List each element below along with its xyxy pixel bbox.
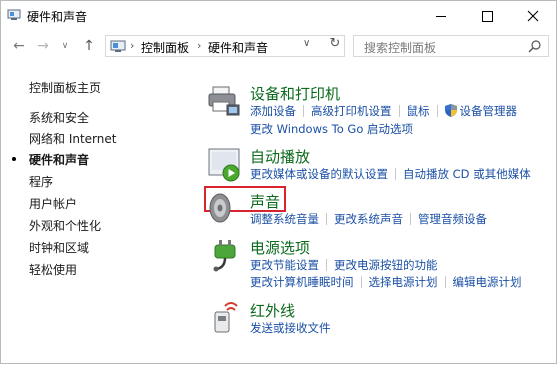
- link-change-system-sounds[interactable]: 更改系统声音: [334, 212, 403, 226]
- back-arrow-icon[interactable]: ←: [11, 38, 27, 54]
- link-adjust-volume[interactable]: 调整系统音量: [250, 212, 319, 226]
- control-panel-icon: [7, 9, 21, 20]
- link-mouse[interactable]: 鼠标: [407, 104, 430, 118]
- sidebar-item-hardware-sound[interactable]: 硬件和声音: [29, 151, 89, 168]
- breadcrumb-hardware-sound[interactable]: 硬件和声音: [208, 39, 268, 56]
- sidebar-item-user-accounts[interactable]: 用户帐户: [29, 195, 77, 212]
- breadcrumb-separator-icon: ›: [130, 39, 135, 52]
- category-title[interactable]: 声音: [250, 191, 280, 212]
- category-links: 更改 Windows To Go 启动选项: [250, 121, 413, 137]
- printer-icon: [208, 86, 240, 116]
- control-panel-window: 硬件和声音 ← → ∨ ↑ › 控制面板 › 硬件和声音 ∨ ↻ 搜索控制面板: [0, 0, 557, 364]
- minimize-button[interactable]: [418, 1, 464, 31]
- link-autoplay-cd[interactable]: 自动播放 CD 或其他媒体: [403, 167, 531, 181]
- up-arrow-icon[interactable]: ↑: [81, 38, 97, 54]
- recent-locations-chevron-icon[interactable]: ∨: [57, 38, 73, 54]
- sidebar-item-appearance[interactable]: 外观和个性化: [29, 217, 101, 234]
- link-edit-power-plan[interactable]: 编辑电源计划: [453, 275, 522, 289]
- control-panel-icon: [110, 40, 126, 52]
- category-links: 更改计算机睡眠时间 选择电源计划 编辑电源计划: [250, 274, 522, 290]
- link-advanced-printer-setup[interactable]: 高级打印机设置: [311, 104, 392, 118]
- link-add-device[interactable]: 添加设备: [250, 104, 296, 118]
- sidebar-item-network[interactable]: 网络和 Internet: [29, 130, 116, 147]
- sidebar-item-clock-region[interactable]: 时钟和区域: [29, 239, 89, 256]
- link-manage-audio-devices[interactable]: 管理音频设备: [418, 212, 487, 226]
- infrared-icon: [214, 302, 238, 333]
- category-title[interactable]: 设备和打印机: [250, 83, 340, 104]
- category-links: 发送或接收文件: [250, 320, 331, 336]
- link-change-media-defaults[interactable]: 更改媒体或设备的默认设置: [250, 167, 388, 181]
- active-indicator-icon: [12, 157, 16, 161]
- category-links: 调整系统音量 更改系统声音 管理音频设备: [250, 211, 487, 227]
- address-dropdown-icon[interactable]: ∨: [303, 38, 310, 49]
- speaker-icon: [209, 193, 231, 223]
- link-device-manager[interactable]: 设备管理器: [460, 104, 518, 118]
- link-windows-to-go[interactable]: 更改 Windows To Go 启动选项: [250, 122, 413, 136]
- search-icon: [528, 40, 541, 53]
- link-power-saving[interactable]: 更改节能设置: [250, 258, 319, 272]
- title-bar: 硬件和声音: [1, 1, 556, 31]
- sidebar-item-ease-of-access[interactable]: 轻松使用: [29, 261, 77, 278]
- sidebar-item-system-security[interactable]: 系统和安全: [29, 109, 89, 126]
- category-links: 更改节能设置 更改电源按钮的功能: [250, 257, 438, 273]
- category-title[interactable]: 电源选项: [250, 237, 310, 258]
- category-title[interactable]: 自动播放: [250, 146, 310, 167]
- link-choose-power-plan[interactable]: 选择电源计划: [369, 275, 438, 289]
- power-options-icon: [213, 240, 236, 272]
- window-title: 硬件和声音: [27, 10, 88, 24]
- link-send-receive-files[interactable]: 发送或接收文件: [250, 321, 331, 335]
- close-button[interactable]: [510, 1, 556, 31]
- search-placeholder: 搜索控制面板: [364, 41, 437, 55]
- close-icon: [527, 10, 539, 22]
- search-box[interactable]: 搜索控制面板: [353, 35, 549, 57]
- sidebar: 控制面板主页 系统和安全 网络和 Internet 硬件和声音 程序 用户帐户 …: [1, 63, 191, 363]
- autoplay-icon: [208, 148, 240, 182]
- link-power-button-function[interactable]: 更改电源按钮的功能: [334, 258, 438, 272]
- forward-arrow-icon[interactable]: →: [35, 38, 51, 54]
- category-links: 更改媒体或设备的默认设置 自动播放 CD 或其他媒体: [250, 166, 531, 182]
- category-title[interactable]: 红外线: [250, 300, 295, 321]
- shield-icon: [444, 104, 457, 117]
- sidebar-item-programs[interactable]: 程序: [29, 173, 53, 190]
- maximize-button[interactable]: [464, 1, 510, 31]
- breadcrumb-control-panel[interactable]: 控制面板: [141, 39, 189, 56]
- sidebar-home-link[interactable]: 控制面板主页: [29, 79, 101, 96]
- link-sleep-time[interactable]: 更改计算机睡眠时间: [250, 275, 354, 289]
- breadcrumb-separator-icon: ›: [197, 39, 202, 52]
- refresh-icon[interactable]: ↻: [327, 36, 343, 52]
- category-links: 添加设备 高级打印机设置 鼠标 设备管理器: [250, 103, 517, 119]
